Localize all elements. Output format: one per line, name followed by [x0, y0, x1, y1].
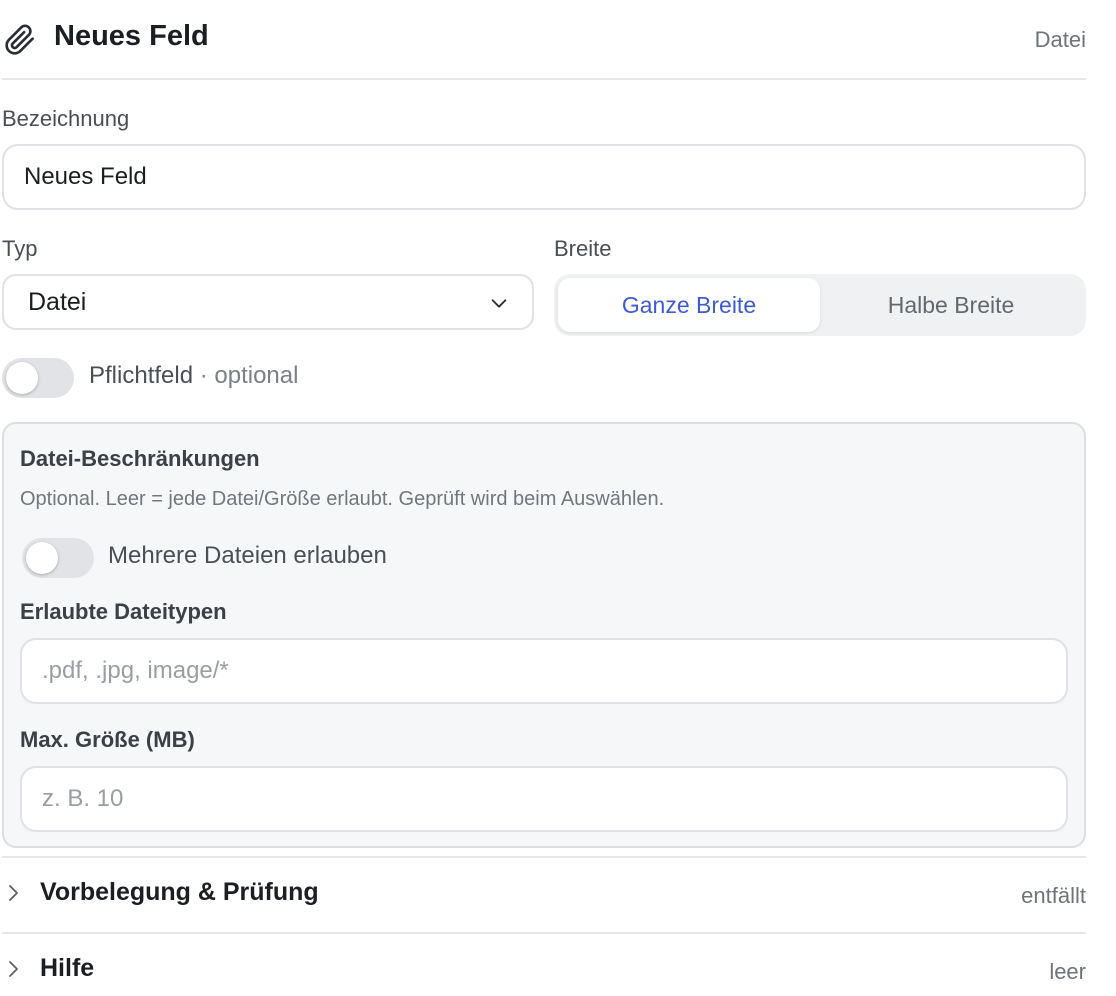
pflichtfeld-optional-hint: · optional	[193, 362, 299, 389]
section-hilfe[interactable]: Hilfe leer	[2, 932, 1086, 996]
file-types-input[interactable]: .pdf, .jpg, image/*	[20, 638, 1068, 704]
toggle-knob	[26, 542, 58, 574]
multiple-files-label: Mehrere Dateien erlauben	[108, 542, 387, 569]
section-status: entfällt	[1021, 883, 1086, 908]
typ-selected-value: Datei	[28, 287, 87, 316]
section-vorbelegung[interactable]: Vorbelegung & Prüfung entfällt	[2, 856, 1086, 932]
section-status: leer	[1049, 959, 1086, 984]
chevron-down-icon	[491, 299, 507, 308]
bezeichnung-input[interactable]: Neues Feld	[2, 144, 1086, 210]
chevron-right-icon	[9, 885, 18, 901]
pflichtfeld-toggle[interactable]	[2, 358, 74, 398]
chevron-right-icon	[9, 961, 18, 977]
typ-select[interactable]: Datei	[2, 274, 534, 330]
breite-option-ganze[interactable]: Ganze Breite	[558, 278, 820, 332]
multiple-files-toggle[interactable]	[22, 538, 94, 578]
pflichtfeld-label-text: Pflichtfeld	[89, 362, 194, 389]
file-restrictions-panel: Datei-Beschränkungen Optional. Leer = je…	[2, 422, 1086, 848]
file-types-label: Erlaubte Dateitypen	[20, 599, 227, 624]
breite-label: Breite	[554, 236, 612, 261]
pflichtfeld-label: Pflichtfeld · optional	[89, 362, 298, 390]
section-title: Hilfe	[40, 954, 95, 982]
max-size-label: Max. Größe (MB)	[20, 727, 195, 752]
paperclip-icon	[5, 24, 34, 55]
breite-option-halbe[interactable]: Halbe Breite	[820, 278, 1082, 332]
breite-segmented-control: Ganze Breite Halbe Breite	[554, 274, 1086, 336]
field-title: Neues Feld	[54, 20, 209, 52]
bezeichnung-label: Bezeichnung	[2, 106, 130, 131]
section-title: Vorbelegung & Prüfung	[40, 878, 319, 906]
field-header: Neues Feld Datei	[2, 0, 1086, 80]
toggle-knob	[6, 362, 38, 394]
restrictions-title: Datei-Beschränkungen	[20, 446, 260, 471]
typ-label: Typ	[2, 236, 38, 261]
max-size-input[interactable]: z. B. 10	[20, 766, 1068, 832]
restrictions-description: Optional. Leer = jede Datei/Größe erlaub…	[20, 488, 665, 510]
field-type-label: Datei	[1034, 27, 1086, 52]
